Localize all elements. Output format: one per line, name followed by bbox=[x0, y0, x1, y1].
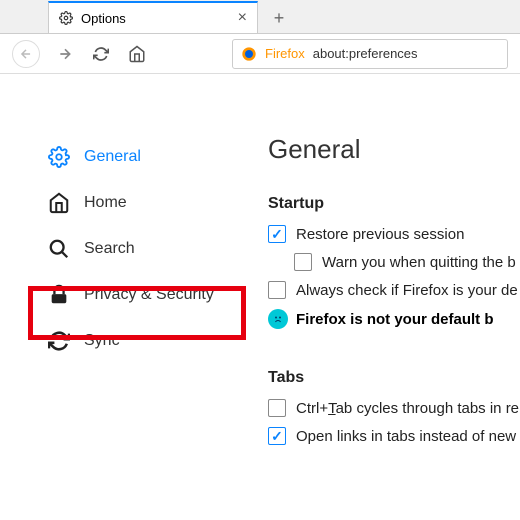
sidebar-item-privacy[interactable]: Privacy & Security bbox=[40, 272, 250, 318]
sidebar-label: General bbox=[84, 148, 141, 166]
new-tab-button[interactable]: + bbox=[264, 3, 294, 33]
firefox-logo-icon bbox=[241, 46, 257, 62]
checkbox-unchecked[interactable] bbox=[268, 399, 286, 417]
sidebar-item-search[interactable]: Search bbox=[40, 226, 250, 272]
checkbox-label: Ctrl+Tab cycles through tabs in re bbox=[296, 400, 519, 417]
urlbar-brand: Firefox bbox=[265, 46, 305, 61]
home-icon bbox=[48, 192, 70, 214]
page-heading: General bbox=[268, 134, 520, 165]
sync-icon bbox=[48, 330, 70, 352]
checkbox-row-openlinks[interactable]: Open links in tabs instead of new bbox=[268, 427, 520, 445]
sidebar-label: Sync bbox=[84, 332, 120, 350]
sidebar-label: Home bbox=[84, 194, 127, 212]
main-content: General Startup Restore previous session… bbox=[250, 134, 520, 455]
checkbox-row-warn[interactable]: Warn you when quitting the b bbox=[294, 253, 520, 271]
gear-icon bbox=[59, 11, 73, 25]
checkbox-checked[interactable] bbox=[268, 427, 286, 445]
default-browser-status: Firefox is not your default b bbox=[268, 309, 520, 329]
tab-strip: Options × + bbox=[0, 0, 520, 34]
tab-title: Options bbox=[81, 11, 126, 26]
home-button[interactable] bbox=[126, 43, 148, 65]
sidebar-item-sync[interactable]: Sync bbox=[40, 318, 250, 364]
url-bar[interactable]: Firefox about:preferences bbox=[232, 39, 508, 69]
checkbox-row-always[interactable]: Always check if Firefox is your de bbox=[268, 281, 520, 299]
reload-button[interactable] bbox=[90, 43, 112, 65]
gear-icon bbox=[48, 146, 70, 168]
sidebar-label: Privacy & Security bbox=[84, 286, 214, 304]
checkbox-unchecked[interactable] bbox=[268, 281, 286, 299]
close-icon[interactable]: × bbox=[238, 9, 247, 27]
lock-icon bbox=[48, 284, 70, 306]
status-text: Firefox is not your default b bbox=[296, 311, 494, 328]
section-tabs: Tabs bbox=[268, 369, 520, 387]
sidebar-label: Search bbox=[84, 240, 135, 258]
forward-button[interactable] bbox=[54, 43, 76, 65]
checkbox-unchecked[interactable] bbox=[294, 253, 312, 271]
sad-face-icon bbox=[268, 309, 288, 329]
urlbar-url: about:preferences bbox=[313, 46, 418, 61]
back-button[interactable] bbox=[12, 40, 40, 68]
browser-tab[interactable]: Options × bbox=[48, 1, 258, 33]
checkbox-label: Warn you when quitting the b bbox=[322, 254, 516, 271]
sidebar: General Home Search Privacy & Security S… bbox=[0, 134, 250, 455]
checkbox-row-ctrltab[interactable]: Ctrl+Tab cycles through tabs in re bbox=[268, 399, 520, 417]
checkbox-label: Restore previous session bbox=[296, 226, 464, 243]
checkbox-label: Always check if Firefox is your de bbox=[296, 282, 518, 299]
sidebar-item-general[interactable]: General bbox=[40, 134, 250, 180]
checkbox-label: Open links in tabs instead of new bbox=[296, 428, 516, 445]
toolbar: Firefox about:preferences bbox=[0, 34, 520, 74]
checkbox-row-restore[interactable]: Restore previous session bbox=[268, 225, 520, 243]
search-icon bbox=[48, 238, 70, 260]
sidebar-item-home[interactable]: Home bbox=[40, 180, 250, 226]
checkbox-checked[interactable] bbox=[268, 225, 286, 243]
section-startup: Startup bbox=[268, 195, 520, 213]
